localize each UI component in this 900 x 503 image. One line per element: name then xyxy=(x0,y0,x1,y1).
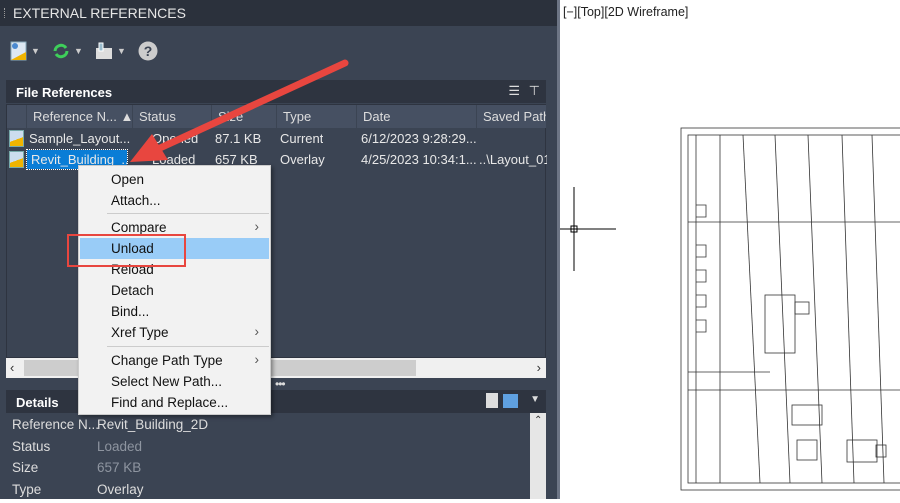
menu-separator xyxy=(107,346,269,347)
details-list: Reference N... Revit_Building_2D Status … xyxy=(6,413,546,499)
vertical-scrollbar[interactable]: ⌃ xyxy=(530,413,546,499)
crosshair-cursor xyxy=(560,187,616,271)
change-path-icon xyxy=(96,42,112,59)
chevron-down-icon[interactable]: ▼ xyxy=(530,394,540,405)
details-label: Type xyxy=(12,482,42,497)
sort-ascending-icon: ▲ xyxy=(120,109,133,124)
menu-item-xref-type[interactable]: Xref Type › xyxy=(80,322,269,343)
attach-dwg-icon xyxy=(10,41,27,61)
menu-item-detach[interactable]: Detach xyxy=(80,280,269,301)
menu-separator xyxy=(107,213,269,214)
details-label: Status xyxy=(12,439,51,454)
change-path-button[interactable]: ▼ xyxy=(95,40,126,62)
menu-item-open[interactable]: Open xyxy=(80,169,269,190)
scroll-left-icon[interactable]: ‹ xyxy=(10,360,14,375)
palette-titlebar[interactable]: EXTERNAL REFERENCES xyxy=(0,0,557,26)
file-references-title: File References xyxy=(16,85,113,100)
help-button[interactable]: ? xyxy=(138,40,158,62)
column-header-name[interactable]: Reference N... ▲ xyxy=(27,105,133,128)
chevron-right-icon: › xyxy=(254,324,260,339)
chevron-down-icon[interactable]: ▼ xyxy=(31,46,40,56)
scroll-right-icon[interactable]: › xyxy=(537,360,541,375)
refresh-button[interactable]: ▼ xyxy=(52,40,83,62)
details-value: Loaded xyxy=(97,439,143,454)
details-label: Size xyxy=(12,460,39,475)
dwg-file-icon xyxy=(9,151,24,168)
column-header-icon xyxy=(7,105,27,128)
chevron-right-icon: › xyxy=(254,219,260,234)
menu-item-find-and-replace[interactable]: Find and Replace... xyxy=(80,392,269,413)
menu-item-attach[interactable]: Attach... xyxy=(80,190,269,211)
help-icon: ? xyxy=(138,41,158,61)
preview-view-icon[interactable] xyxy=(503,394,518,408)
table-row[interactable]: Sample_Layout... Opened 87.1 KB Current … xyxy=(7,128,547,149)
grip-handle[interactable] xyxy=(4,8,6,18)
menu-item-select-new-path[interactable]: Select New Path... xyxy=(80,371,269,392)
column-header-date[interactable]: Date xyxy=(357,105,477,128)
chevron-down-icon[interactable]: ▼ xyxy=(74,46,83,56)
details-view-icon[interactable] xyxy=(486,393,498,408)
context-menu: Open Attach... Compare › Unload Reload De… xyxy=(78,165,271,415)
chevron-right-icon: › xyxy=(254,352,260,367)
scroll-up-icon[interactable]: ⌃ xyxy=(534,415,542,426)
menu-item-change-path-type[interactable]: Change Path Type › xyxy=(80,350,269,371)
splitter-handle[interactable]: ••• xyxy=(275,377,286,391)
building-drawing xyxy=(680,127,900,491)
annotation-highlight-box xyxy=(67,234,186,267)
column-header-status[interactable]: Status xyxy=(133,105,212,128)
refresh-icon xyxy=(53,43,69,59)
details-value: Revit_Building_2D xyxy=(97,417,209,432)
attach-button[interactable]: ▼ xyxy=(10,40,40,62)
drawing-canvas[interactable] xyxy=(560,0,900,499)
column-header-size[interactable]: Size xyxy=(212,105,277,128)
menu-item-bind[interactable]: Bind... xyxy=(80,301,269,322)
palette-title: EXTERNAL REFERENCES xyxy=(13,5,186,21)
details-label: Reference N... xyxy=(12,417,100,432)
svg-text:?: ? xyxy=(144,43,153,59)
column-header-type[interactable]: Type xyxy=(277,105,357,128)
list-view-icon[interactable]: ☰ xyxy=(508,83,520,99)
file-references-header: File References ☰ ⊤ xyxy=(6,80,546,103)
details-value: 657 KB xyxy=(97,460,142,475)
details-value: Overlay xyxy=(97,482,144,497)
details-title: Details xyxy=(16,395,59,410)
column-header-saved-path[interactable]: Saved Path xyxy=(477,105,547,128)
dwg-file-icon xyxy=(9,130,24,147)
chevron-down-icon[interactable]: ▼ xyxy=(117,46,126,56)
tree-view-icon[interactable]: ⊤ xyxy=(529,83,540,99)
